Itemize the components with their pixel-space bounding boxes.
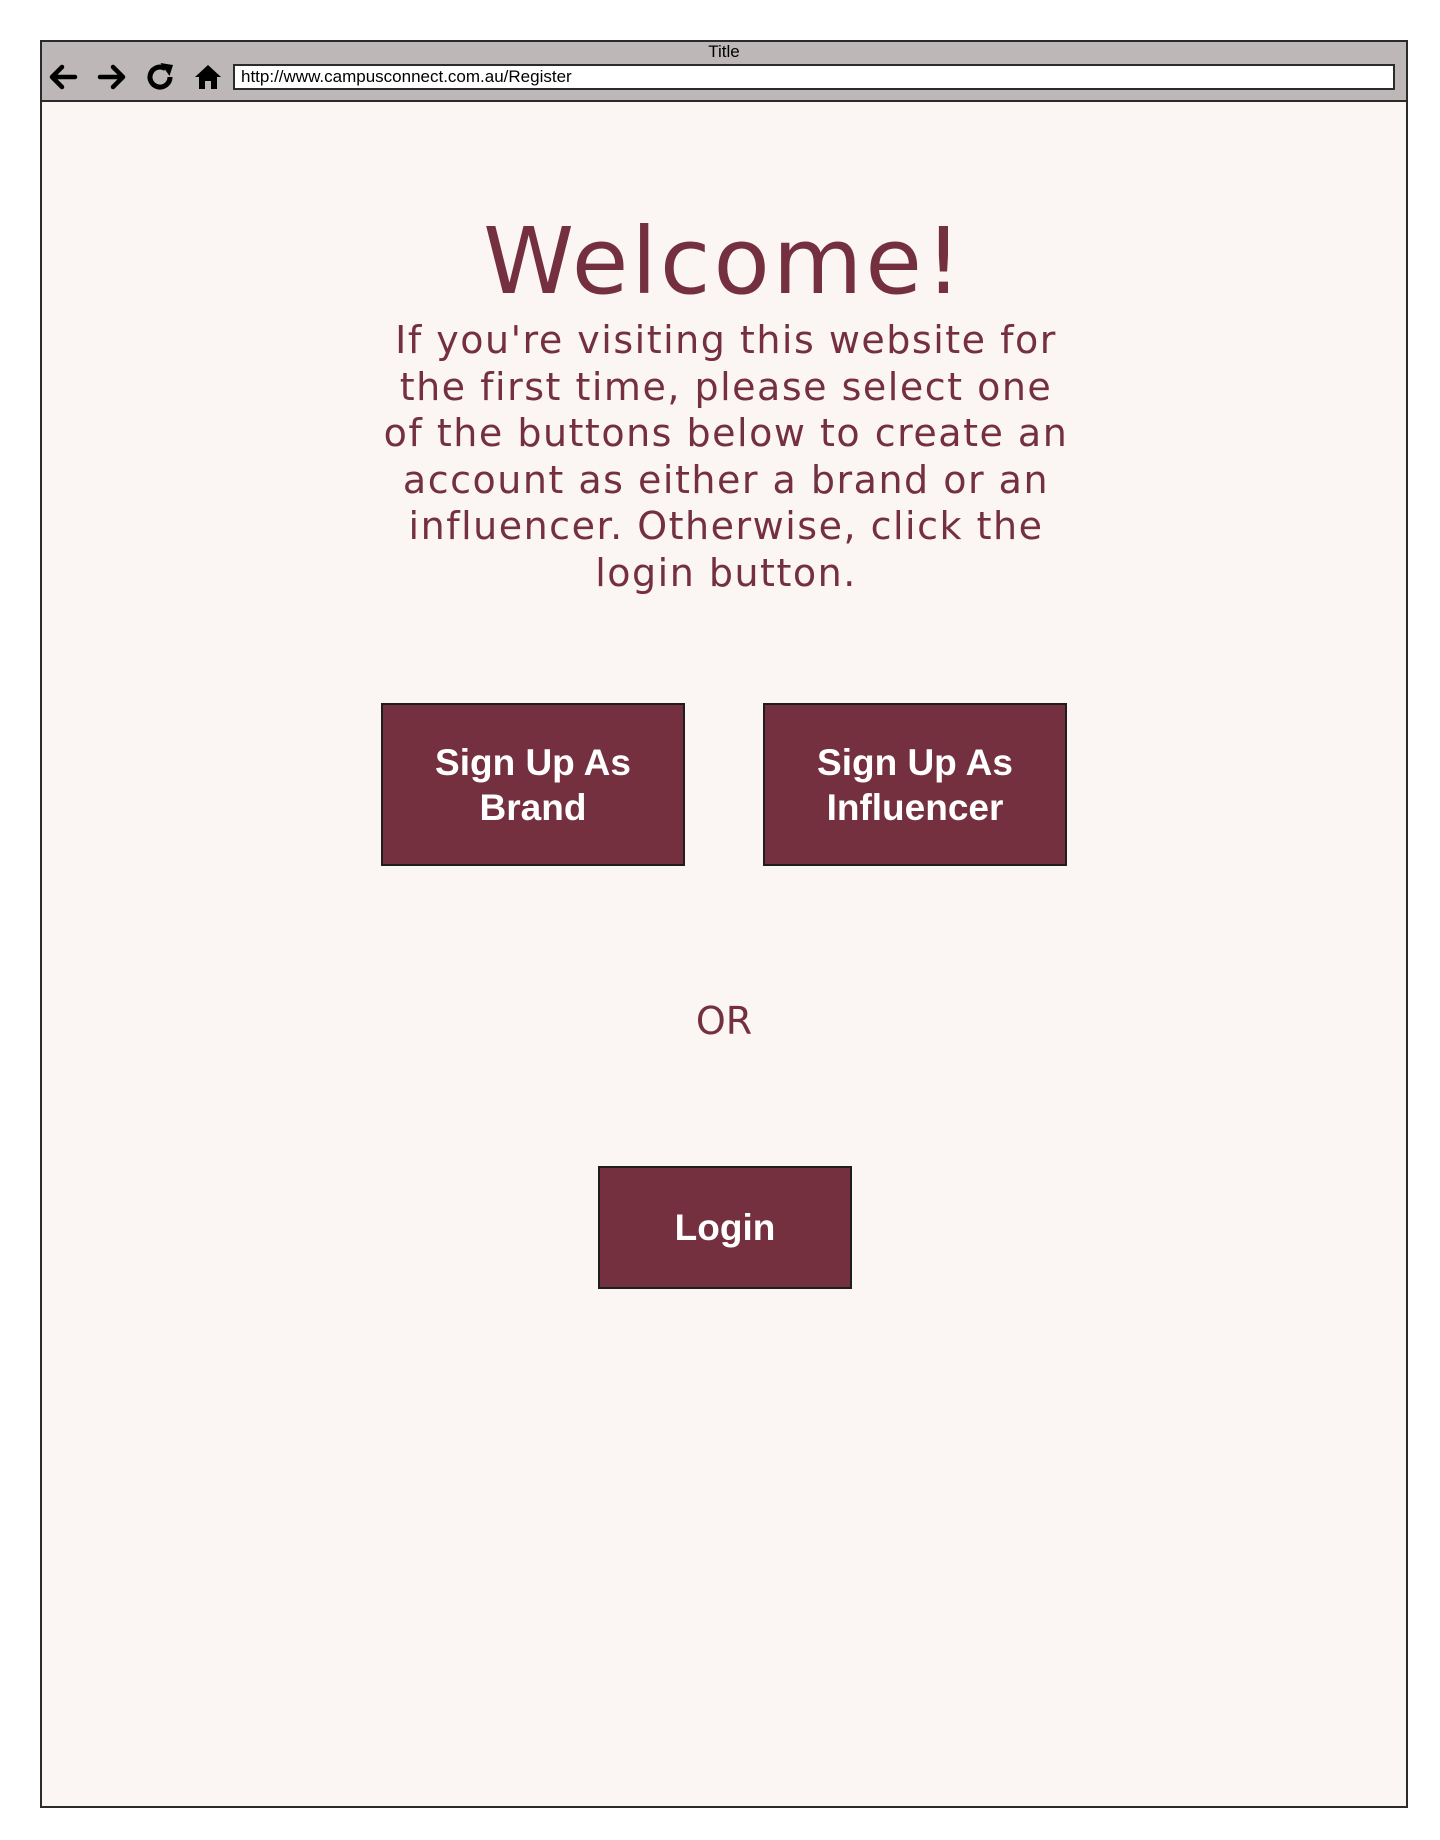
login-button[interactable]: Login [598,1166,852,1289]
or-divider-text: OR [695,999,753,1043]
intro-text: If you're visiting this website for the … [383,318,1069,595]
browser-toolbar: Title [42,42,1406,102]
home-icon[interactable] [191,60,225,94]
forward-arrow-icon[interactable] [95,60,129,94]
address-bar[interactable] [233,64,1395,90]
page-content: Welcome! If you're visiting this website… [42,102,1406,1806]
sign-up-brand-button[interactable]: Sign Up As Brand [381,703,685,866]
back-arrow-icon[interactable] [46,60,80,94]
sign-up-brand-label: Sign Up As Brand [435,741,631,828]
page-title: Welcome! [483,208,965,315]
window-title: Title [708,42,740,61]
refresh-icon[interactable] [143,60,177,94]
sign-up-influencer-button[interactable]: Sign Up As Influencer [763,703,1067,866]
sign-up-influencer-label: Sign Up As Influencer [817,741,1013,828]
login-label: Login [674,1207,776,1248]
browser-window: Title Welcome! If you're visiting thi [40,40,1408,1808]
